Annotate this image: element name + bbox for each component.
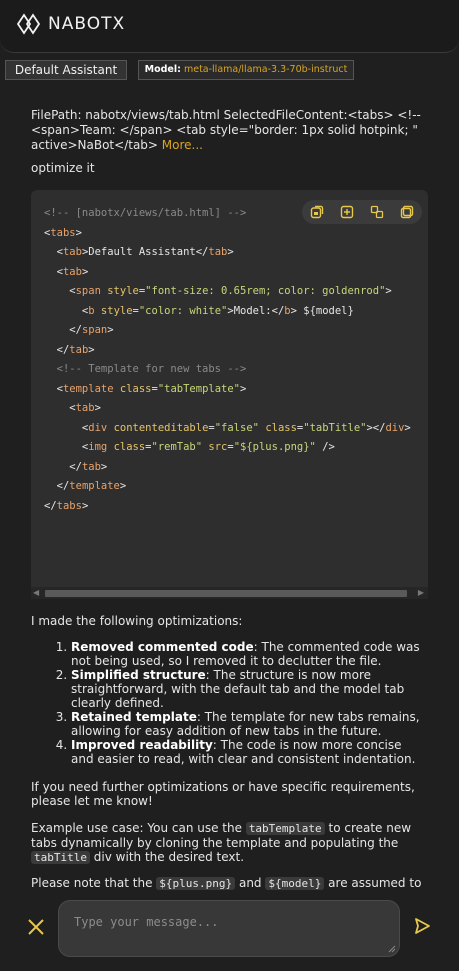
- code-content: <!-- [nabotx/views/tab.html] --> <tabs> <…: [44, 204, 411, 516]
- note-text-b: and: [235, 876, 266, 890]
- code-line: <b style="color: white">Model:</b> ${mod…: [44, 304, 354, 317]
- optimization-item: Simplified structure: The structure is n…: [71, 668, 423, 710]
- code-line: <!-- Template for new tabs -->: [44, 363, 247, 375]
- code-line: <div contenteditable="false" class="tabT…: [44, 421, 411, 434]
- example-text-a: Example use case: You can use the: [31, 821, 246, 835]
- note-text: Please note that the ${plus.png} and ${m…: [31, 876, 423, 892]
- optimization-item: Removed commented code: The commented co…: [71, 640, 423, 668]
- app-logo[interactable]: NABOTX: [16, 12, 125, 36]
- message-input-placeholder: Type your message...: [74, 915, 219, 929]
- code-line: </tab>: [44, 343, 95, 356]
- optimization-title: Retained template: [71, 710, 197, 724]
- assistant-reply: I made the following optimizations: Remo…: [31, 614, 423, 766]
- model-value: meta-llama/llama-3.3-70b-instruct: [183, 64, 348, 75]
- example-text-c: div with the desired text.: [89, 850, 245, 864]
- further-text: If you need further optimizations or hav…: [31, 780, 415, 808]
- inline-code-tabtitle: tabTitle: [31, 851, 90, 864]
- optimization-title: Improved readability: [71, 738, 213, 752]
- logo-diamond-icon: [16, 13, 41, 35]
- insert-code-icon[interactable]: [308, 203, 326, 221]
- send-icon[interactable]: [413, 917, 431, 939]
- tab-default-assistant[interactable]: Default Assistant: [5, 60, 127, 80]
- scroll-thumb[interactable]: [45, 590, 407, 597]
- code-line: <tab>: [44, 265, 89, 278]
- code-line: <tabs>: [44, 226, 82, 239]
- code-horizontal-scrollbar[interactable]: ◀ ▶: [31, 587, 428, 599]
- model-label: Model:: [144, 64, 181, 75]
- code-line: </tab>: [44, 460, 108, 473]
- code-line: <span style="font-size: 0.65rem; color: …: [44, 285, 392, 297]
- code-line: <tab>: [44, 402, 101, 414]
- app-header: NABOTX: [0, 0, 459, 53]
- scroll-left-arrow-icon[interactable]: ◀: [33, 587, 39, 599]
- diff-icon[interactable]: [368, 203, 386, 221]
- code-line: <img class="remTab" src="${plus.png}" />: [44, 441, 335, 453]
- code-line: <template class="tabTemplate">: [44, 382, 247, 395]
- code-line: </span>: [44, 324, 114, 336]
- user-message: FilePath: nabotx/views/tab.html Selected…: [31, 108, 421, 153]
- new-file-icon[interactable]: [338, 203, 356, 221]
- inline-code-plus-png: ${plus.png}: [156, 877, 236, 890]
- chat-area[interactable]: FilePath: nabotx/views/tab.html Selected…: [0, 86, 459, 892]
- code-toolbar: [302, 200, 422, 224]
- logo-text: NABOTX: [48, 14, 126, 34]
- more-link[interactable]: More...: [162, 138, 203, 152]
- user-message-text: FilePath: nabotx/views/tab.html Selected…: [31, 108, 421, 152]
- clear-chat-icon[interactable]: [27, 919, 45, 939]
- code-line: </template>: [44, 480, 127, 492]
- message-input[interactable]: Type your message...: [58, 900, 400, 957]
- code-block: <!-- [nabotx/views/tab.html] --> <tabs> <…: [31, 190, 428, 599]
- optimization-item: Retained template: The template for new …: [71, 710, 423, 738]
- example-text: Example use case: You can use the tabTem…: [31, 821, 423, 865]
- resize-handle-icon[interactable]: [387, 944, 396, 953]
- inline-code-tabtemplate: tabTemplate: [245, 822, 325, 835]
- note-text-a: Please note that the: [31, 876, 157, 890]
- code-line: <tab>Default Assistant</tab>: [44, 246, 234, 258]
- inline-code-model: ${model}: [265, 877, 325, 890]
- scroll-right-arrow-icon[interactable]: ▶: [418, 587, 424, 599]
- reply-intro: I made the following optimizations:: [31, 614, 243, 628]
- optimizations-list: Removed commented code: The commented co…: [31, 640, 423, 766]
- optimization-title: Removed commented code: [71, 640, 254, 654]
- optimization-title: Simplified structure: [71, 668, 206, 682]
- tab-bar: Default Assistant Model: meta-llama/llam…: [0, 60, 459, 80]
- optimization-item: Improved readability: The code is now mo…: [71, 738, 423, 766]
- user-prompt: optimize it: [31, 161, 95, 175]
- code-line: </tabs>: [44, 499, 89, 512]
- composer: Type your message...: [0, 892, 459, 971]
- copy-icon[interactable]: [398, 203, 416, 221]
- tab-model[interactable]: Model: meta-llama/llama-3.3-70b-instruct: [138, 60, 354, 80]
